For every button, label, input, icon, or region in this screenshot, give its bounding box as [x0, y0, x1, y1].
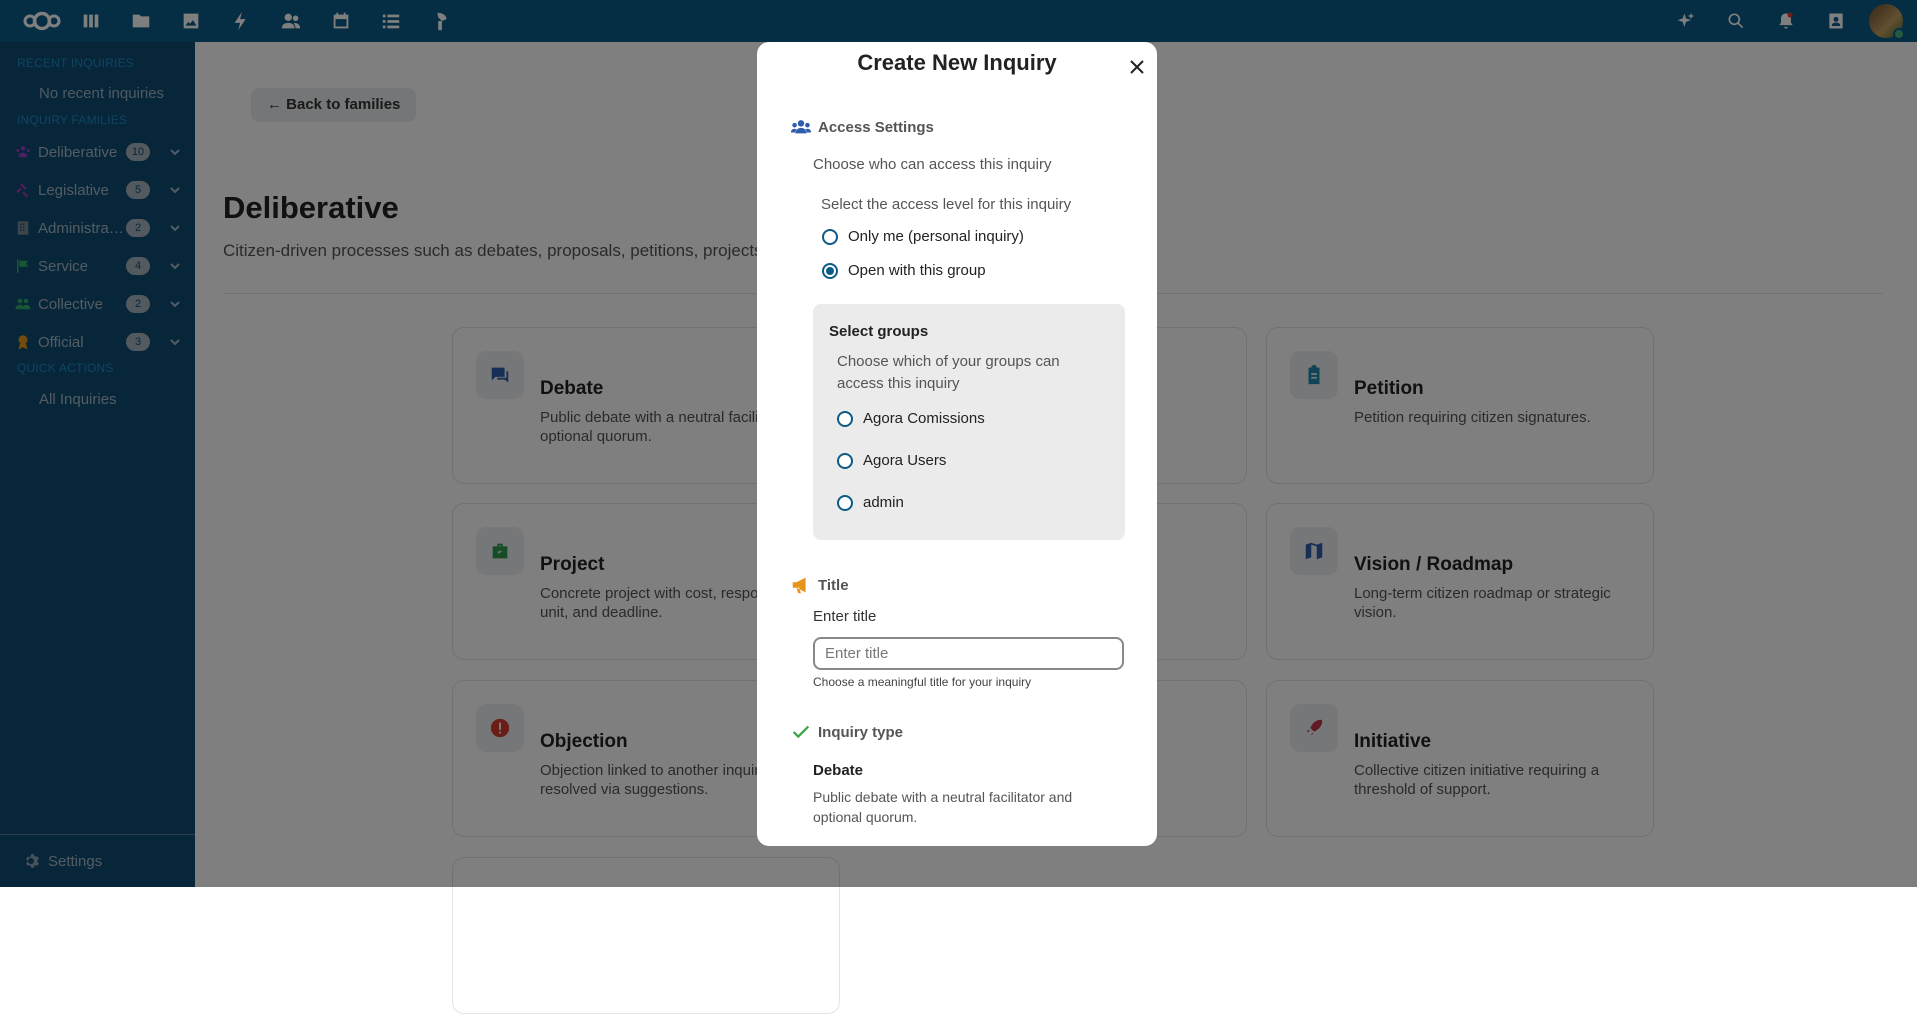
radio-circle-icon — [822, 228, 838, 245]
close-icon[interactable] — [1125, 55, 1149, 79]
users-icon — [790, 120, 812, 134]
select-groups-heading: Select groups — [829, 323, 929, 340]
create-inquiry-dialog: Create New Inquiry Access Settings Choos… — [757, 42, 1157, 846]
access-subtitle: Choose who can access this inquiry — [813, 156, 1052, 173]
inquiry-type-desc: Public debate with a neutral facilitator… — [813, 789, 1073, 825]
access-prompt: Select the access level for this inquiry — [821, 196, 1072, 213]
megaphone-icon — [792, 577, 806, 594]
title-heading: Title — [790, 574, 849, 596]
inquiry-type-label: Inquiry type — [818, 723, 904, 741]
group-option-admin[interactable]: admin — [837, 494, 904, 511]
access-settings-heading: Access Settings — [790, 116, 934, 138]
group-label: admin — [863, 494, 904, 511]
group-label: Agora Users — [863, 452, 947, 469]
title-heading-label: Title — [818, 576, 849, 594]
radio-open-group[interactable]: Open with this group — [822, 262, 986, 279]
radio-circle-icon — [837, 452, 853, 469]
title-input[interactable] — [813, 637, 1124, 670]
inquiry-type-heading: Inquiry type — [790, 721, 903, 743]
radio-label: Only me (personal inquiry) — [848, 228, 1024, 245]
group-option-agora-users[interactable]: Agora Users — [837, 452, 946, 469]
title-hint: Choose a meaningful title for your inqui… — [813, 675, 1032, 689]
select-groups-desc: Choose which of your groups can access t… — [837, 353, 1060, 392]
radio-circle-icon — [837, 494, 853, 511]
group-label: Agora Comissions — [863, 410, 985, 427]
dialog-title: Create New Inquiry — [857, 50, 1057, 75]
title-label: Enter title — [813, 608, 877, 625]
select-groups-panel: Select groups Choose which of your group… — [813, 304, 1125, 540]
radio-checked-icon — [822, 262, 838, 279]
radio-label: Open with this group — [848, 262, 986, 279]
access-settings-label: Access Settings — [818, 118, 934, 136]
radio-only-me[interactable]: Only me (personal inquiry) — [822, 228, 1024, 245]
radio-circle-icon — [837, 410, 853, 427]
group-option-agora-comissions[interactable]: Agora Comissions — [837, 410, 985, 427]
inquiry-type-name: Debate — [813, 762, 864, 779]
check-icon — [792, 725, 810, 739]
